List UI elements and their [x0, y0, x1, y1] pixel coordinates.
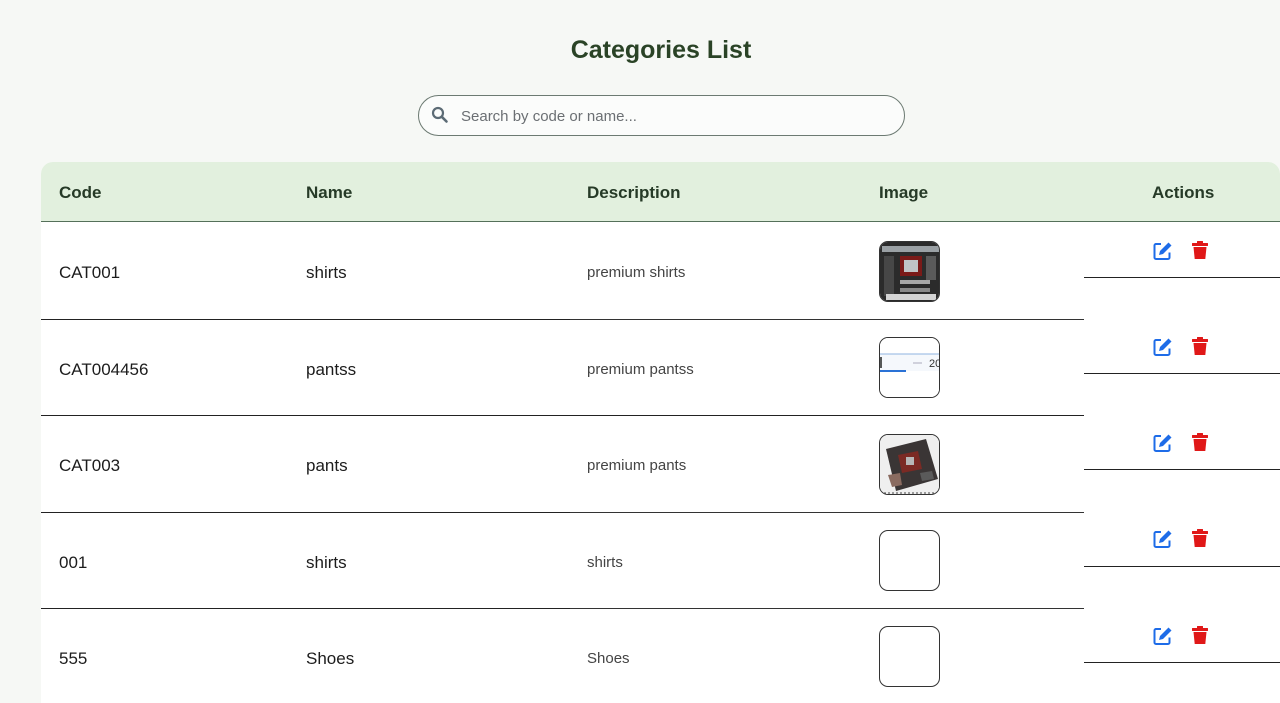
trash-icon — [1192, 433, 1208, 451]
search-icon — [431, 106, 448, 123]
category-image: 20 — [879, 337, 940, 398]
cell-description: premium pantss — [587, 361, 694, 378]
delete-button[interactable] — [1189, 431, 1211, 453]
table-row: CAT003 pants premium pants — [41, 416, 1280, 513]
cell-name: pantss — [306, 360, 357, 379]
delete-button[interactable] — [1189, 527, 1211, 549]
motherboard-photo-icon — [880, 242, 939, 301]
cell-name: shirts — [306, 263, 347, 282]
search-box — [418, 95, 905, 136]
cell-code: CAT004456 — [59, 360, 149, 379]
edit-button[interactable] — [1152, 240, 1174, 262]
category-image — [879, 241, 940, 302]
actions-divider — [1084, 566, 1280, 567]
delete-button[interactable] — [1189, 239, 1211, 261]
cell-code: 001 — [59, 553, 88, 572]
edit-button[interactable] — [1152, 432, 1174, 454]
categories-table: Code Name Description Image Actions CAT0… — [41, 162, 1280, 703]
actions-divider — [1084, 469, 1280, 470]
trash-icon — [1192, 529, 1208, 547]
actions-divider — [1084, 277, 1280, 278]
header-description: Description — [587, 183, 681, 202]
cell-description: Shoes — [587, 650, 630, 667]
table-row: 001 shirts shirts — [41, 513, 1280, 610]
cell-description: premium shirts — [587, 264, 686, 281]
edit-icon — [1153, 627, 1172, 645]
edit-button[interactable] — [1152, 625, 1174, 647]
cell-name: pants — [306, 456, 348, 475]
cell-code: CAT001 — [59, 263, 121, 282]
cell-name: shirts — [306, 553, 347, 572]
header-image: Image — [879, 183, 929, 202]
actions-divider — [1084, 662, 1280, 663]
edit-button[interactable] — [1152, 528, 1174, 550]
category-image-empty — [879, 530, 940, 591]
trash-icon — [1192, 626, 1208, 644]
edit-button[interactable] — [1152, 336, 1174, 358]
search-input[interactable] — [461, 102, 891, 130]
edit-icon — [1153, 338, 1172, 356]
cell-name: Shoes — [306, 649, 355, 668]
table-row: 555 Shoes Shoes — [41, 609, 1280, 703]
circuit-board-photo-icon — [880, 435, 939, 494]
delete-button[interactable] — [1189, 335, 1211, 357]
actions-divider — [1084, 373, 1280, 374]
edit-icon — [1153, 434, 1172, 452]
table-row: CAT004456 pantss premium pantss 20 — [41, 320, 1280, 417]
cell-description: shirts — [587, 554, 623, 571]
screenshot-thumbnail-icon: 20 — [880, 338, 940, 397]
header-code: Code — [59, 183, 102, 202]
table-header: Code Name Description Image Actions — [41, 162, 1280, 222]
cell-description: premium pants — [587, 457, 687, 474]
table-row: CAT001 shirts premium shirts — [41, 223, 1280, 320]
trash-icon — [1192, 241, 1208, 259]
header-name: Name — [306, 183, 353, 202]
category-image — [879, 434, 940, 495]
edit-icon — [1153, 530, 1172, 548]
edit-icon — [1153, 242, 1172, 260]
trash-icon — [1192, 337, 1208, 355]
svg-text:20: 20 — [929, 358, 940, 370]
page-title: Categories List — [570, 36, 752, 64]
header-actions: Actions — [1152, 183, 1215, 202]
cell-code: CAT003 — [59, 456, 121, 475]
cell-code: 555 — [59, 649, 88, 668]
delete-button[interactable] — [1189, 624, 1211, 646]
category-image-empty — [879, 626, 940, 687]
